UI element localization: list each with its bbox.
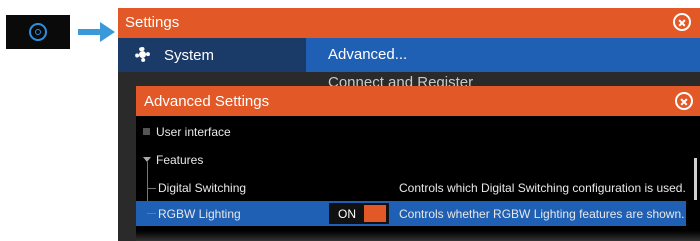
rgbw-lighting-toggle[interactable]: ON [329, 203, 389, 224]
pointer-arrow-icon [78, 22, 115, 42]
sidebar-item-system[interactable]: System [118, 38, 306, 72]
list-fade [136, 231, 700, 241]
toggle-knob[interactable] [364, 205, 386, 222]
gear-icon [135, 47, 150, 62]
sidebar-item-label: System [164, 47, 215, 64]
tree-item-label: Digital Switching [158, 181, 247, 195]
dialog-title: Advanced Settings [144, 93, 270, 110]
tree-item-user-interface[interactable]: User interface [136, 119, 686, 144]
setting-description: Controls which Digital Switching configu… [399, 181, 686, 195]
tree-item-label: RGBW Lighting [158, 207, 241, 221]
close-icon[interactable] [673, 13, 691, 31]
settings-title: Settings [125, 14, 180, 31]
tree-item-features[interactable]: Features [136, 147, 686, 172]
menu-item-label: Advanced... [328, 46, 408, 63]
advanced-titlebar: Advanced Settings [136, 86, 700, 116]
settings-tree: User interface Features Digital Switchin… [136, 116, 700, 241]
settings-titlebar: Settings [118, 8, 700, 38]
settings-tile-icon[interactable] [6, 15, 70, 49]
advanced-settings-dialog: Advanced Settings User interface Feature… [136, 86, 700, 241]
tree-item-digital-switching[interactable]: Digital Switching Controls which Digital… [136, 175, 686, 200]
tree-item-label: User interface [156, 125, 231, 139]
scrollbar[interactable] [694, 158, 697, 200]
tree-connector [147, 213, 156, 214]
menu-item-advanced[interactable]: Advanced... [306, 38, 700, 72]
toggle-state: ON [338, 207, 356, 221]
settings-gear-icon [29, 23, 47, 41]
setting-description: Controls whether RGBW Lighting features … [399, 207, 685, 221]
close-icon[interactable] [675, 92, 693, 110]
tree-item-rgbw-lighting[interactable]: RGBW Lighting ON Controls whether RGBW L… [136, 201, 686, 226]
expand-icon[interactable] [143, 128, 150, 135]
tree-item-label: Features [156, 153, 204, 167]
